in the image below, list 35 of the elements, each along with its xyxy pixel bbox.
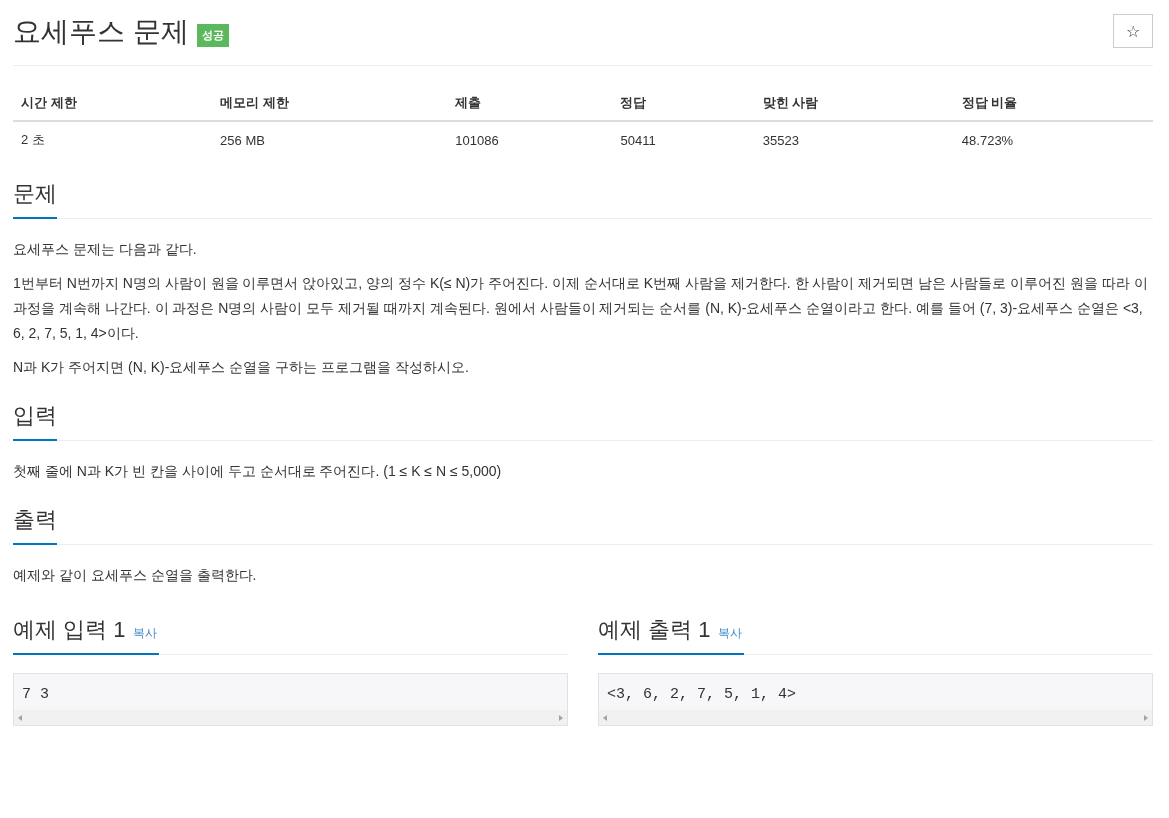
column-header: 제출 [447, 86, 613, 121]
paragraph: 요세푸스 문제는 다음과 같다. [13, 240, 198, 259]
problem-title: 요세푸스 문제 [13, 15, 189, 49]
status-badge: 성공 [196, 23, 229, 47]
star-button[interactable]: ☆ [1113, 14, 1153, 48]
horizontal-scrollbar[interactable] [14, 710, 567, 725]
scroll-left-arrow-icon[interactable] [603, 714, 607, 721]
table-cell: 35523 [754, 121, 954, 158]
table-cell: 2 초 [13, 121, 213, 158]
column-header: 정답 비율 [953, 86, 1153, 121]
paragraph: 예제와 같이 요세푸스 순열을 출력한다. [13, 566, 258, 585]
copy-link[interactable]: 복사 [718, 626, 743, 640]
section-heading: 입력 [13, 396, 57, 441]
column-header: 메모리 제한 [212, 86, 448, 121]
paragraph: 1번부터 N번까지 N명의 사람이 원을 이루면서 앉아있고, 양의 정수 K(≤ N)가 주어진다. 이제 순서대로 K번째 사람을 제거한다. 한 사람이 제거되면 남은 사람들로 이루어진 원을 따라 이 과정을 계속해 나간다. 이 과정은 N명의 사람이 모두 제거될 때까지 계속된다. 원에서 사람들이 제거되는 순서를 (N, K)-요세푸스 순열이라고 한다. 예를 들어 (7, 3)-요세푸스 순열은 <3, 6, 2, 7, 5, 1, 4>이다. [13, 274, 1149, 343]
section-heading: 문제 [13, 174, 57, 219]
sample-code: 7 3 [21, 685, 50, 705]
section-heading: 출력 [13, 500, 57, 545]
table-cell: 256 MB [212, 121, 448, 158]
paragraph: 첫째 줄에 N과 K가 빈 칸을 사이에 두고 순서대로 주어진다. (1 ≤ K ≤ N ≤ 5,000) [13, 462, 503, 481]
table-cell: 101086 [447, 121, 613, 158]
column-header: 맞힌 사람 [754, 86, 954, 121]
scroll-left-arrow-icon[interactable] [18, 714, 22, 721]
sample-heading: 예제 출력 1 [598, 617, 711, 642]
scroll-right-arrow-icon[interactable] [1144, 714, 1148, 721]
sample-code: <3, 6, 2, 7, 5, 1, 4> [606, 685, 798, 705]
scroll-right-arrow-icon[interactable] [559, 714, 563, 721]
column-header: 정답 [612, 86, 755, 121]
copy-link[interactable]: 복사 [133, 626, 158, 640]
column-header: 시간 제한 [13, 86, 213, 121]
horizontal-scrollbar[interactable] [599, 710, 1152, 725]
sample-heading: 예제 입력 1 [13, 617, 126, 642]
table-cell: 48.723% [953, 121, 1153, 158]
paragraph: N과 K가 주어지면 (N, K)-요세푸스 순열을 구하는 프로그램을 작성하시오. [13, 358, 470, 377]
table-cell: 50411 [612, 121, 755, 158]
